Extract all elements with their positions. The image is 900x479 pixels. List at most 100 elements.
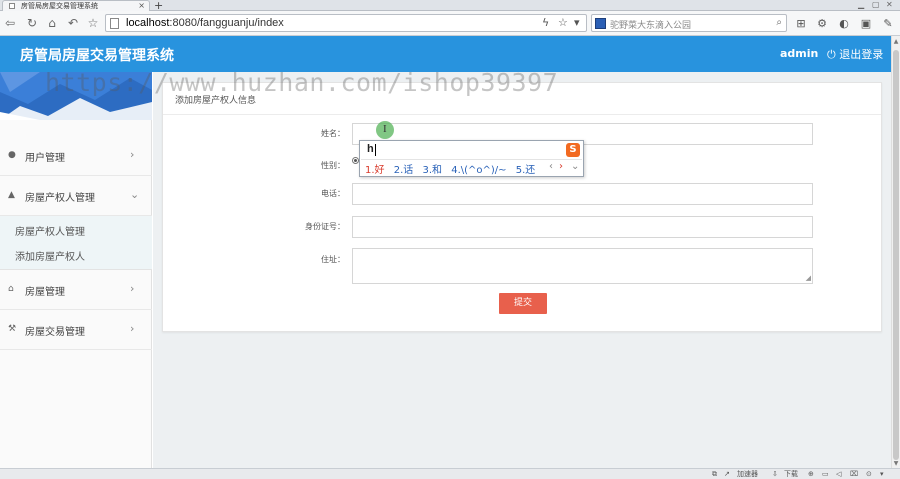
chevron-right-icon: › — [130, 148, 135, 161]
scroll-up-icon[interactable]: ▲ — [892, 38, 900, 45]
back-icon[interactable]: ⇦ — [3, 15, 17, 31]
home-icon[interactable]: ⌂ — [45, 15, 59, 31]
ime-candidate[interactable]: 4.\(^o^)/~ — [451, 165, 506, 176]
ime-candidate-list: 1.好 2.话 3.和 4.\(^o^)/~ 5.还 — [365, 161, 541, 176]
minimize-icon[interactable]: ▁ — [858, 0, 864, 9]
tab-title: 房管局房屋交易管理系统 — [21, 2, 98, 10]
toolbar-app-icon[interactable]: ▣ — [859, 17, 873, 31]
browser-nav-bar: ⇦ ↻ ⌂ ↶ ☆ localhost:8080/fangguanju/inde… — [0, 11, 900, 36]
chevron-right-icon: › — [130, 282, 135, 295]
search-box[interactable]: 驼野菜大东滴入公园 ⌕ — [591, 14, 787, 32]
search-input[interactable]: 驼野菜大东滴入公园 — [610, 18, 691, 31]
sidebar-submenu: 房屋产权人管理 添加房屋产权人 — [0, 216, 152, 270]
lightning-icon[interactable]: ϟ — [542, 16, 549, 29]
status-add-icon[interactable]: ⊕ — [808, 469, 814, 479]
submenu-add-owner[interactable]: 添加房屋产权人 — [15, 248, 85, 263]
url-text[interactable]: localhost:8080/fangguanju/index — [126, 17, 284, 29]
phone-label: 电话： — [321, 189, 345, 198]
gavel-icon: ⚒ — [8, 324, 17, 334]
text-cursor-icon: I — [383, 123, 387, 135]
power-icon: ⏻ — [827, 48, 840, 61]
ime-prev-icon[interactable]: ‹ — [549, 161, 553, 172]
phone-input[interactable] — [352, 183, 813, 205]
ime-candidate-popup: h S 1.好 2.话 3.和 4.\(^o^)/~ 5.还 ‹ › ⌄ — [359, 140, 584, 177]
sidebar-item-transaction-management[interactable]: ⚒ 房屋交易管理 › — [0, 310, 152, 350]
id-number-input[interactable] — [352, 216, 813, 238]
bookmark-star-icon[interactable]: ☆ — [558, 16, 568, 29]
name-label: 姓名： — [321, 129, 345, 138]
volume-icon[interactable]: ◁ — [836, 469, 841, 479]
logout-button[interactable]: ⏻ 退出登录 — [827, 46, 883, 62]
chevron-right-icon: › — [130, 322, 135, 335]
search-engine-icon[interactable] — [595, 18, 606, 29]
sidebar-item-user-management[interactable]: ● 用户管理 › — [0, 136, 152, 176]
browser-tab[interactable]: 房管局房屋交易管理系统 × — [2, 0, 150, 11]
submenu-owner-list[interactable]: 房屋产权人管理 — [15, 223, 85, 238]
accelerator-icon[interactable]: ↗ — [724, 469, 730, 479]
divider — [163, 114, 881, 115]
vertical-scrollbar[interactable]: ▲ ▼ — [891, 36, 900, 468]
ime-divider — [361, 159, 582, 160]
sidebar-item-owner-management[interactable]: ▲ 房屋产权人管理 ⌄ — [0, 176, 152, 216]
download-icon[interactable]: ⇩ — [772, 469, 778, 479]
download-label[interactable]: 下载 — [784, 469, 798, 479]
gear-icon[interactable]: ⚙ — [815, 17, 829, 31]
scroll-thumb[interactable] — [893, 50, 899, 460]
puzzle-icon[interactable]: ⧉ — [712, 469, 717, 479]
sidebar-item-label: 房屋产权人管理 — [25, 193, 95, 204]
main-content: 添加房屋产权人信息 姓名： 性别： 电话： 身份证号： 住址： ◢ 提交 — [153, 72, 891, 468]
search-icon[interactable]: ⌕ — [776, 17, 782, 28]
address-label: 住址： — [321, 255, 345, 264]
submit-button[interactable]: 提交 — [499, 293, 547, 314]
extension-icon[interactable]: ◐ — [837, 17, 851, 31]
owner-icon: ▲ — [8, 190, 15, 200]
zoom-icon[interactable]: ⊙ — [866, 469, 872, 479]
ime-next-icon[interactable]: › — [559, 161, 563, 172]
status-menu-icon[interactable]: ▾ — [880, 469, 884, 479]
reload-icon[interactable]: ↻ — [25, 15, 39, 31]
page-title: 房管局房屋交易管理系统 — [20, 48, 174, 64]
wrench-icon[interactable]: ✎ — [881, 17, 895, 31]
app-header: 房管局房屋交易管理系统 admin ⏻ 退出登录 — [0, 36, 891, 72]
sidebar-item-house-management[interactable]: ⌂ 房屋管理 › — [0, 270, 152, 310]
grid-icon[interactable]: ⊞ — [794, 17, 808, 31]
ime-more-icon[interactable]: ⌄ — [571, 161, 579, 172]
user-icon: ● — [8, 150, 16, 160]
sidebar-item-label: 房屋交易管理 — [25, 327, 85, 338]
accelerator-label[interactable]: 加速器 — [737, 469, 758, 479]
page-favicon-icon — [9, 3, 15, 9]
status-screen-icon[interactable]: ⌧ — [850, 469, 858, 479]
tab-close-icon[interactable]: × — [138, 1, 145, 11]
chevron-down-icon: ⌄ — [130, 188, 140, 201]
gender-radio[interactable] — [352, 157, 359, 164]
add-owner-panel: 添加房屋产权人信息 姓名： 性别： 电话： 身份证号： 住址： ◢ 提交 — [162, 82, 882, 332]
sidebar-item-label: 用户管理 — [25, 153, 65, 164]
ime-composition-text: h — [367, 143, 374, 155]
watermark: https://www.huzhan.com/ishop39397 — [45, 68, 559, 97]
sidebar-item-label: 房屋管理 — [25, 287, 65, 298]
status-window-icon[interactable]: ▭ — [822, 469, 829, 479]
favorite-star-icon[interactable]: ☆ — [86, 15, 100, 31]
ime-candidate[interactable]: 3.和 — [422, 165, 442, 176]
home-icon: ⌂ — [8, 284, 14, 294]
sidebar: ● 用户管理 › ▲ 房屋产权人管理 ⌄ 房屋产权人管理 添加房屋产权人 ⌂ 房… — [0, 72, 152, 468]
window-close-icon[interactable]: ✕ — [886, 0, 893, 9]
resize-grip-icon[interactable]: ◢ — [806, 275, 811, 282]
current-user[interactable]: admin — [780, 47, 818, 60]
ime-candidate[interactable]: 2.话 — [394, 165, 414, 176]
id-number-label: 身份证号： — [305, 222, 345, 231]
ime-caret — [375, 144, 376, 156]
address-textarea[interactable]: ◢ — [352, 248, 813, 284]
scroll-down-icon[interactable]: ▼ — [892, 460, 900, 467]
ime-candidate[interactable]: 1.好 — [365, 165, 385, 176]
ime-candidate[interactable]: 5.还 — [516, 165, 536, 176]
address-bar[interactable]: localhost:8080/fangguanju/index ϟ ☆ ▾ — [105, 14, 587, 32]
page-icon — [110, 18, 119, 29]
status-bar: ⧉ ↗ 加速器 ⇩ 下载 ⊕ ▭ ◁ ⌧ ⊙ ▾ — [0, 468, 900, 479]
undo-icon[interactable]: ↶ — [66, 15, 80, 31]
gender-label: 性别： — [321, 161, 345, 170]
sogou-logo-icon[interactable]: S — [566, 143, 580, 157]
browser-tab-bar: 房管局房屋交易管理系统 × + ▁ ▢ ✕ — [0, 0, 900, 12]
dropdown-icon[interactable]: ▾ — [574, 16, 580, 29]
maximize-icon[interactable]: ▢ — [872, 0, 880, 9]
